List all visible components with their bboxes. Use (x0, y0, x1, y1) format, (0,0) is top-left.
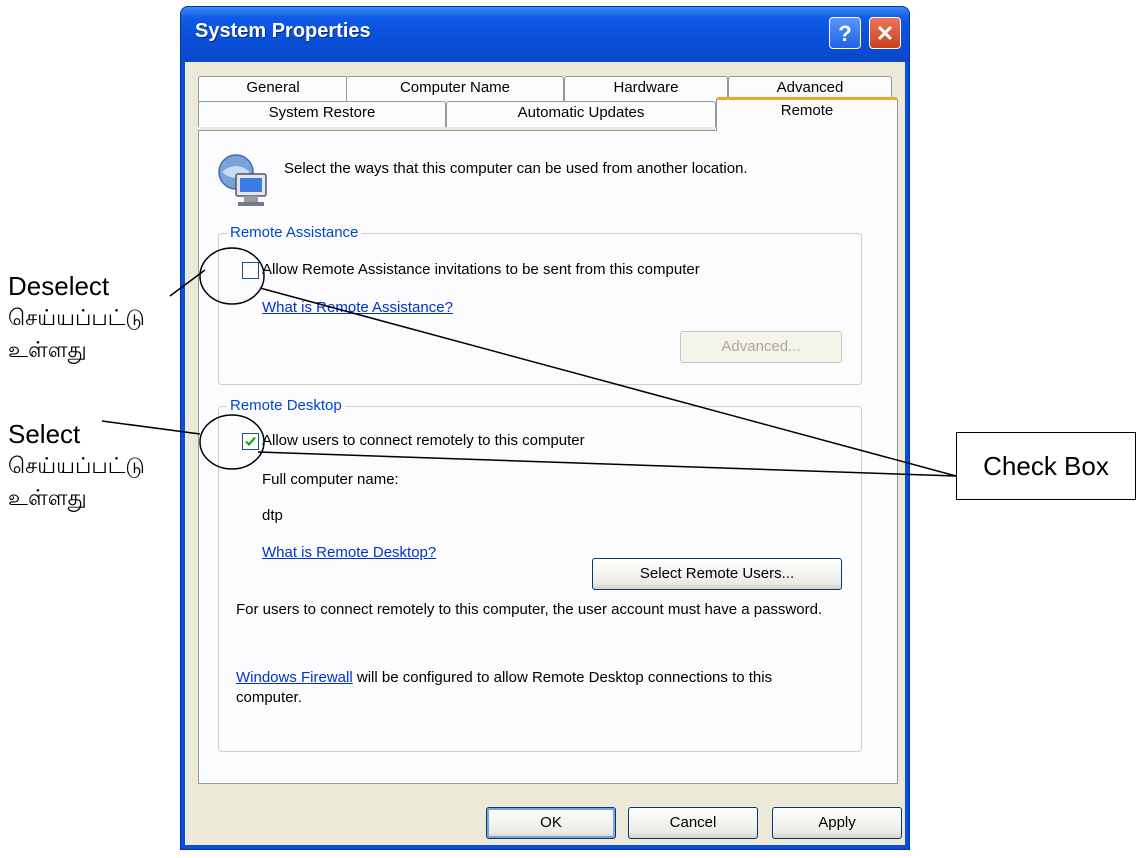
cancel-button[interactable]: Cancel (628, 807, 758, 839)
select-annotation-line1: Select (8, 419, 81, 449)
remote-computer-icon (214, 152, 272, 212)
deselect-annotation-line1: Deselect (8, 271, 110, 301)
ok-button[interactable]: OK (486, 807, 616, 839)
tab-automatic-updates[interactable]: Automatic Updates (446, 101, 716, 127)
windows-firewall-link[interactable]: Windows Firewall (236, 669, 353, 686)
window-title: System Properties (195, 20, 371, 42)
title-bar[interactable]: System Properties ? ✕ (181, 7, 909, 62)
advanced-button[interactable]: Advanced... (680, 331, 842, 363)
tab-system-restore[interactable]: System Restore (198, 101, 446, 127)
select-annotation-line2: செய்யப்பட்டு (8, 453, 145, 478)
help-icon[interactable]: ? (829, 17, 861, 49)
apply-button[interactable]: Apply (772, 807, 902, 839)
checkmark-icon (245, 436, 256, 447)
check-box-callout: Check Box (956, 432, 1136, 500)
deselect-annotation: Deselect செய்யப்பட்டு உள்ளது (8, 270, 145, 366)
remote-desktop-checkbox-label[interactable]: Allow users to connect remotely to this … (262, 431, 585, 451)
remote-desktop-checkbox[interactable] (242, 433, 259, 450)
full-computer-name-value: dtp (262, 507, 283, 524)
remote-assistance-checkbox[interactable] (242, 262, 259, 279)
tab-hardware[interactable]: Hardware (564, 76, 728, 102)
deselect-annotation-line2: செய்யப்பட்டு (8, 305, 145, 330)
deselect-annotation-line3: உள்ளது (8, 337, 87, 362)
what-is-remote-desktop-link[interactable]: What is Remote Desktop? (262, 543, 436, 563)
remote-assistance-checkbox-label[interactable]: Allow Remote Assistance invitations to b… (262, 260, 700, 280)
what-is-remote-assistance-link[interactable]: What is Remote Assistance? (262, 298, 453, 318)
intro-description: Select the ways that this computer can b… (284, 160, 748, 177)
tab-computer-name[interactable]: Computer Name (346, 76, 564, 102)
select-remote-users-button[interactable]: Select Remote Users... (592, 558, 842, 590)
full-computer-name-label: Full computer name: (262, 471, 399, 488)
tab-remote[interactable]: Remote (716, 97, 898, 131)
remote-assistance-group-label: Remote Assistance (227, 223, 362, 243)
close-icon[interactable]: ✕ (869, 17, 901, 49)
select-annotation-line3: உள்ளது (8, 485, 87, 510)
select-annotation: Select செய்யப்பட்டு உள்ளது (8, 418, 145, 514)
password-note: For users to connect remotely to this co… (236, 601, 823, 618)
firewall-note: Windows Firewall will be configured to a… (236, 668, 840, 708)
tab-general[interactable]: General (198, 76, 348, 102)
remote-desktop-group-label: Remote Desktop (227, 396, 345, 416)
